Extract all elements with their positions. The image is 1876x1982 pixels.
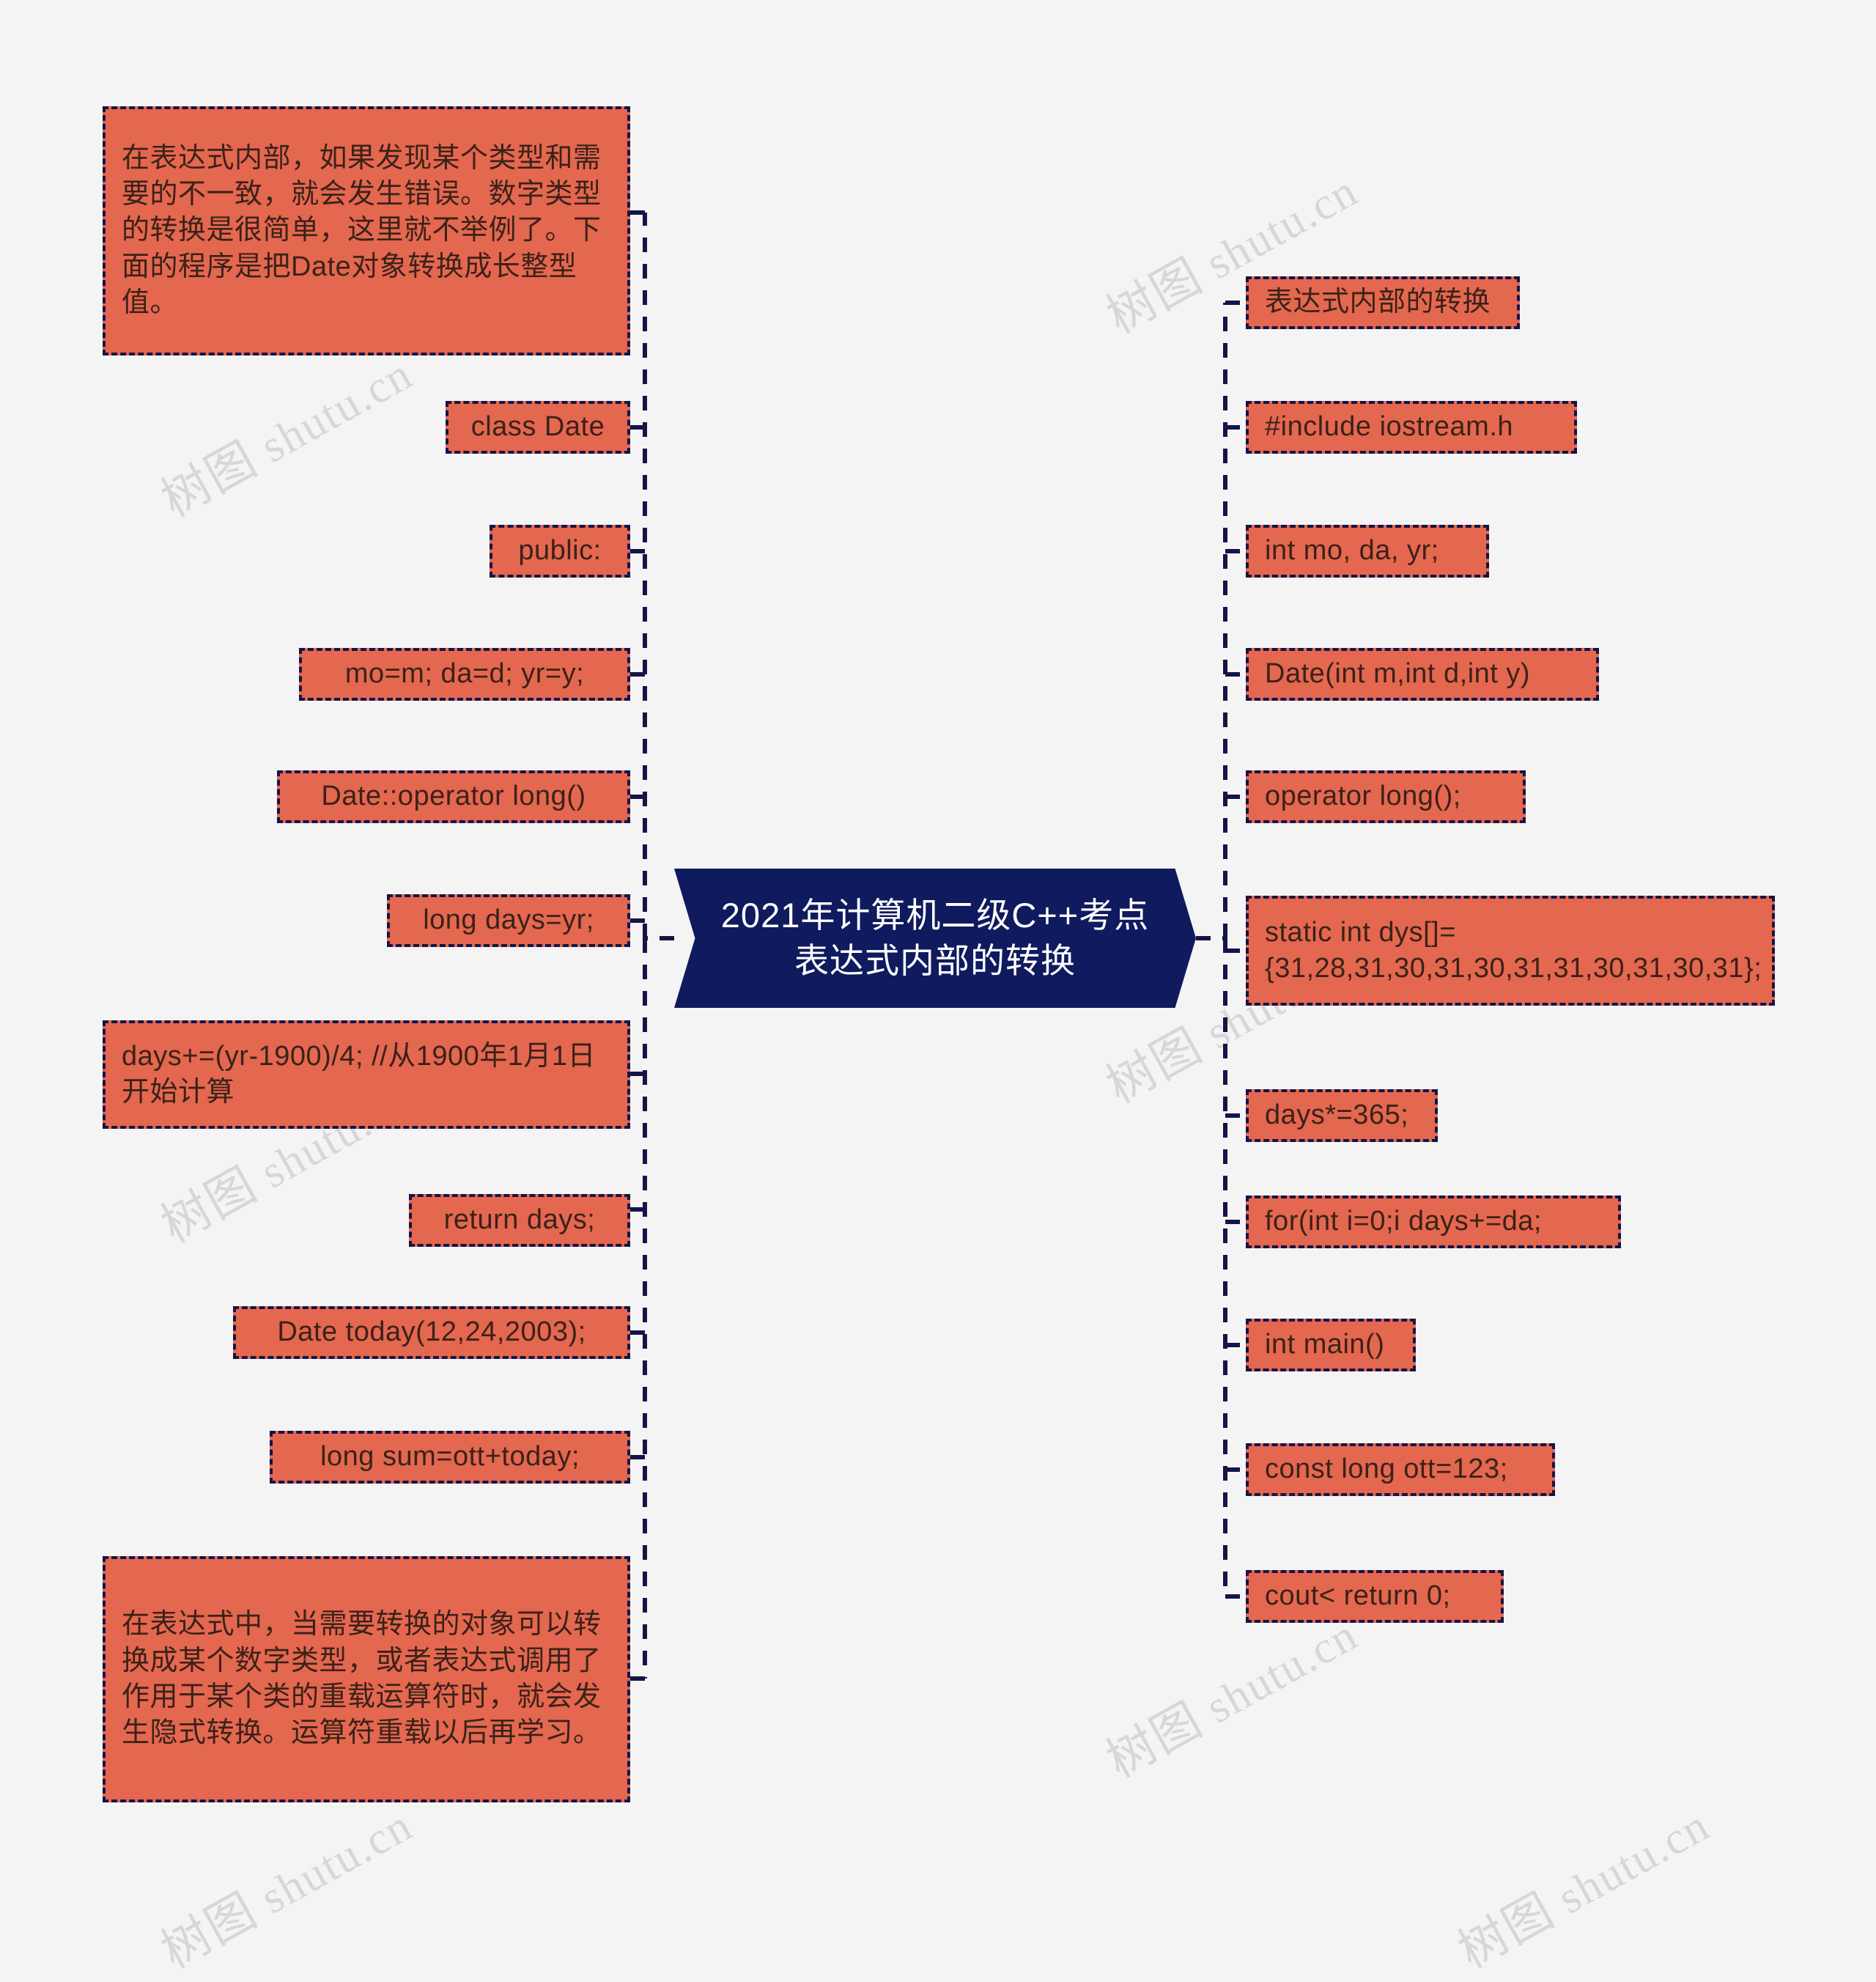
node-label: Date today(12,24,2003); <box>277 1316 586 1348</box>
node-include-iostream[interactable]: #include iostream.h <box>1246 401 1577 454</box>
node-operator-long-decl[interactable]: operator long(); <box>1246 770 1526 823</box>
node-label: days*=365; <box>1265 1099 1409 1131</box>
node-label: int main() <box>1265 1329 1385 1360</box>
node-label: days+=(yr-1900)/4; //从1900年1月1日开始计算 <box>122 1040 597 1108</box>
node-long-sum[interactable]: long sum=ott+today; <box>270 1431 630 1484</box>
node-public[interactable]: public: <box>490 525 630 578</box>
node-label: static int dys[]={31,28,31,30,31,30,31,3… <box>1265 916 1762 984</box>
node-int-main[interactable]: int main() <box>1246 1319 1416 1371</box>
node-member-assign[interactable]: mo=m; da=d; yr=y; <box>299 648 630 701</box>
node-date-ctor[interactable]: Date(int m,int d,int y) <box>1246 648 1599 701</box>
node-label: int mo, da, yr; <box>1265 535 1439 567</box>
central-topic[interactable]: 2021年计算机二级C++考点表达式内部的转换 <box>674 869 1196 1008</box>
node-label: class Date <box>470 411 605 443</box>
node-label: mo=m; da=d; yr=y; <box>344 658 585 690</box>
node-label: for(int i=0;i days+=da; <box>1265 1206 1542 1237</box>
node-const-long-ott[interactable]: const long ott=123; <box>1246 1443 1555 1496</box>
node-static-dys[interactable]: static int dys[]={31,28,31,30,31,30,31,3… <box>1246 896 1775 1006</box>
node-label: 表达式内部的转换 <box>1265 287 1491 318</box>
central-topic-label: 2021年计算机二级C++考点表达式内部的转换 <box>720 895 1150 980</box>
node-days-365[interactable]: days*=365; <box>1246 1089 1438 1142</box>
node-label: cout< return 0; <box>1265 1580 1451 1612</box>
node-return-days[interactable]: return days; <box>409 1194 630 1247</box>
node-long-days-yr[interactable]: long days=yr; <box>387 894 630 947</box>
node-for-loop[interactable]: for(int i=0;i days+=da; <box>1246 1196 1621 1248</box>
node-cout-return[interactable]: cout< return 0; <box>1246 1570 1504 1623</box>
node-label: const long ott=123; <box>1265 1454 1508 1485</box>
node-label: return days; <box>443 1204 596 1236</box>
node-label: Date::operator long() <box>321 781 586 812</box>
node-date-operator-long[interactable]: Date::operator long() <box>277 770 630 823</box>
node-label: 在表达式中，当需要转换的对象可以转换成某个数字类型，或者表达式调用了作用于某个类… <box>122 1609 602 1749</box>
node-label: operator long(); <box>1265 781 1461 812</box>
node-date-today[interactable]: Date today(12,24,2003); <box>233 1306 630 1359</box>
node-label: public: <box>518 535 602 567</box>
node-left-note-top[interactable]: 在表达式内部，如果发现某个类型和需要的不一致，就会发生错误。数字类型的转换是很简… <box>103 106 630 355</box>
node-label: long sum=ott+today; <box>320 1441 580 1473</box>
node-class-date[interactable]: class Date <box>446 401 630 454</box>
node-label: Date(int m,int d,int y) <box>1265 658 1531 690</box>
node-label: 在表达式内部，如果发现某个类型和需要的不一致，就会发生错误。数字类型的转换是很简… <box>122 142 602 319</box>
node-days-leap[interactable]: days+=(yr-1900)/4; //从1900年1月1日开始计算 <box>103 1020 630 1129</box>
node-label: long days=yr; <box>423 905 594 936</box>
node-int-mo-da-yr[interactable]: int mo, da, yr; <box>1246 525 1489 578</box>
node-left-note-bottom[interactable]: 在表达式中，当需要转换的对象可以转换成某个数字类型，或者表达式调用了作用于某个类… <box>103 1556 630 1802</box>
node-label: #include iostream.h <box>1265 411 1514 443</box>
node-expr-inner-convert[interactable]: 表达式内部的转换 <box>1246 276 1520 329</box>
node-layer: 2021年计算机二级C++考点表达式内部的转换 在表达式内部，如果发现某个类型和… <box>0 0 1876 1922</box>
